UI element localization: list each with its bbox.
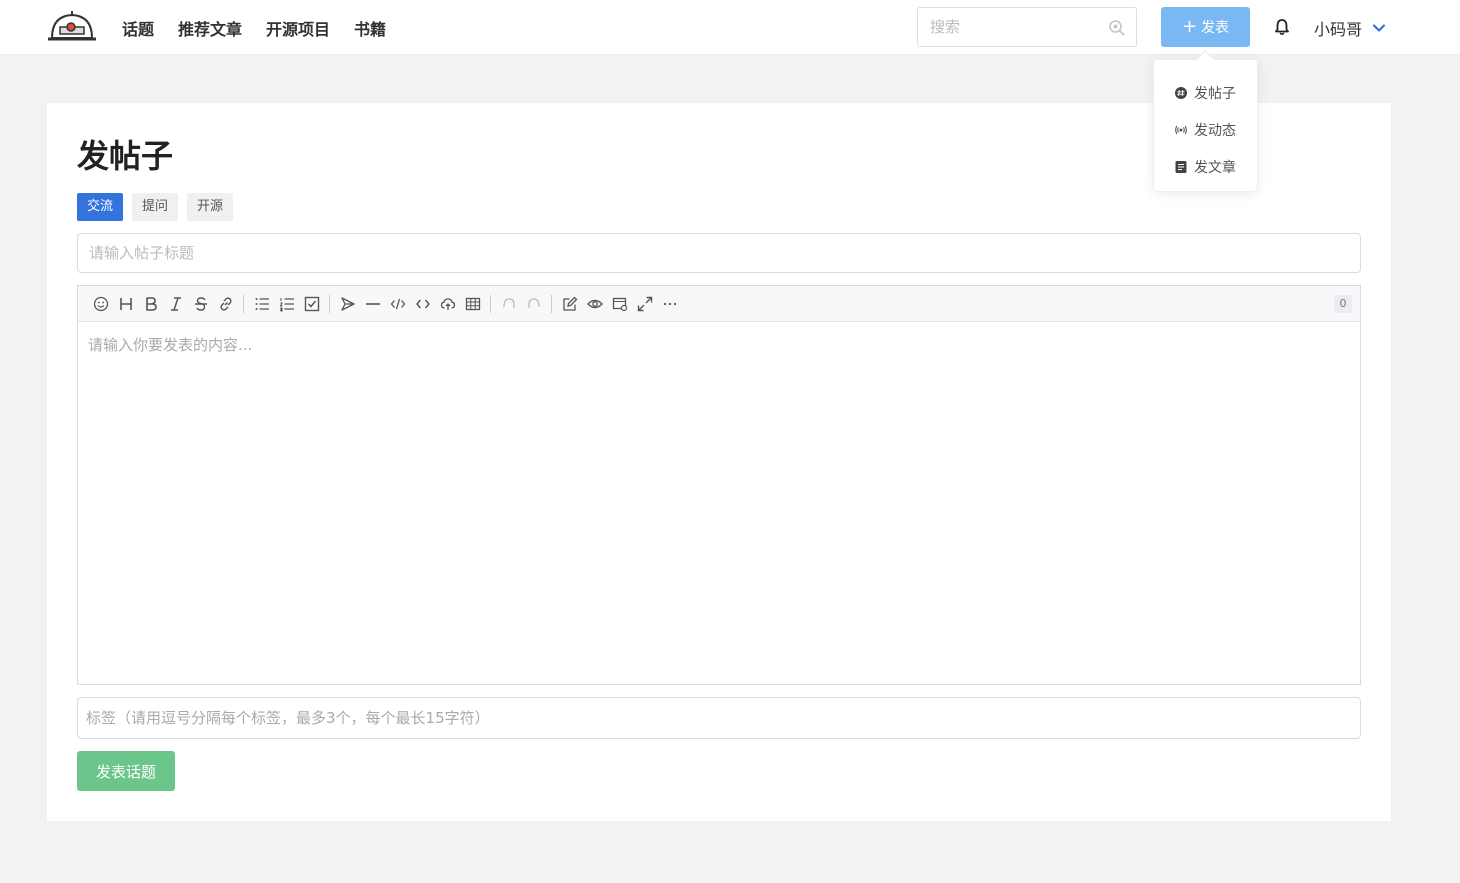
strikethrough-button[interactable] xyxy=(188,292,213,316)
user-name: 小码哥 xyxy=(1314,19,1363,39)
bold-icon xyxy=(145,296,157,311)
link-icon xyxy=(219,296,232,311)
nav-item-books[interactable]: 书籍 xyxy=(354,16,386,40)
character-counter: 0 xyxy=(1334,295,1352,313)
plus-icon: + xyxy=(1181,16,1198,37)
ordered-list-button[interactable] xyxy=(274,292,299,316)
markdown-editor: 0 xyxy=(77,285,1361,685)
category-tab-question[interactable]: 提问 xyxy=(132,193,179,221)
bold-button[interactable] xyxy=(138,292,163,316)
undo-icon xyxy=(502,297,515,308)
italic-icon xyxy=(170,296,181,311)
strikethrough-icon xyxy=(194,296,207,311)
category-tab-discuss[interactable]: 交流 xyxy=(77,193,124,221)
site-logo[interactable] xyxy=(46,10,98,42)
split-preview-button[interactable] xyxy=(607,292,632,316)
nav-item-projects[interactable]: 开源项目 xyxy=(266,16,330,40)
submit-topic-button[interactable]: 发表话题 xyxy=(77,751,175,791)
italic-button[interactable] xyxy=(163,292,188,316)
more-button[interactable] xyxy=(657,292,682,316)
dropdown-item-label: 发帖子 xyxy=(1194,85,1236,102)
edit-mode-button[interactable] xyxy=(557,292,582,316)
redo-icon xyxy=(527,297,540,308)
post-editor-card: 发帖子 交流 提问 开源 请输入帖子标题 0 请输入你要发表的内容... 标签（… xyxy=(47,103,1391,821)
heading-icon xyxy=(119,297,132,310)
horizontal-rule-button[interactable] xyxy=(360,292,385,316)
publish-dropdown-menu: 发帖子 发动态 发文章 xyxy=(1153,59,1258,192)
search-box xyxy=(917,7,1137,47)
table-icon xyxy=(465,297,480,310)
ordered-list-icon xyxy=(279,297,294,311)
undo-button[interactable] xyxy=(496,292,521,316)
editor-toolbar: 0 xyxy=(78,286,1360,322)
bell-icon[interactable] xyxy=(1273,18,1291,36)
user-menu[interactable]: 小码哥 xyxy=(1314,0,1386,55)
emoji-icon xyxy=(93,296,108,311)
more-horizontal-icon xyxy=(663,302,676,305)
top-navbar: 话题 推荐文章 开源项目 书籍 + 发表 小码哥 xyxy=(0,0,1460,55)
upload-button[interactable] xyxy=(435,292,460,316)
fullscreen-icon xyxy=(637,296,652,311)
edit-icon xyxy=(562,296,577,311)
preview-button[interactable] xyxy=(582,292,607,316)
fullscreen-button[interactable] xyxy=(632,292,657,316)
nav-item-articles[interactable]: 推荐文章 xyxy=(178,16,242,40)
code-block-button[interactable] xyxy=(385,292,410,316)
code-block-icon xyxy=(390,298,405,309)
unordered-list-button[interactable] xyxy=(249,292,274,316)
dropdown-item-post[interactable]: 发帖子 xyxy=(1154,74,1257,111)
horizontal-line-icon xyxy=(365,302,380,305)
heading-button[interactable] xyxy=(113,292,138,316)
search-icon[interactable] xyxy=(1108,19,1126,37)
nav-item-topics[interactable]: 话题 xyxy=(122,16,154,40)
toolbar-divider xyxy=(243,294,244,313)
tags-input[interactable] xyxy=(77,697,1361,739)
search-input[interactable] xyxy=(918,8,1098,46)
document-icon xyxy=(1175,160,1187,173)
chevron-down-icon xyxy=(1372,23,1386,32)
toolbar-divider xyxy=(329,294,330,313)
cloud-upload-icon xyxy=(440,297,455,310)
post-content-textarea[interactable] xyxy=(78,322,1360,684)
toolbar-divider xyxy=(551,294,552,313)
eye-icon xyxy=(586,299,603,308)
link-button[interactable] xyxy=(213,292,238,316)
inline-code-button[interactable] xyxy=(410,292,435,316)
page-title: 发帖子 xyxy=(77,137,174,175)
emoji-button[interactable] xyxy=(88,292,113,316)
table-button[interactable] xyxy=(460,292,485,316)
dropdown-item-article[interactable]: 发文章 xyxy=(1154,148,1257,185)
toolbar-divider xyxy=(490,294,491,313)
post-title-input[interactable] xyxy=(77,233,1361,273)
quote-button[interactable] xyxy=(335,292,360,316)
unordered-list-icon xyxy=(255,297,269,310)
publish-button[interactable]: + 发表 xyxy=(1161,7,1250,47)
redo-button[interactable] xyxy=(521,292,546,316)
checklist-button[interactable] xyxy=(299,292,324,316)
category-tabs: 交流 提问 开源 xyxy=(77,193,242,221)
broadcast-icon xyxy=(1175,125,1187,134)
send-icon xyxy=(340,296,355,311)
category-tab-opensource[interactable]: 开源 xyxy=(187,193,234,221)
inline-code-icon xyxy=(415,299,430,308)
publish-button-label: 发表 xyxy=(1201,20,1230,36)
chat-bubble-icon xyxy=(1175,86,1187,99)
image-preview-icon xyxy=(612,297,627,311)
dropdown-item-label: 发动态 xyxy=(1194,122,1236,139)
dropdown-item-label: 发文章 xyxy=(1194,159,1236,176)
checkbox-icon xyxy=(304,296,319,311)
main-nav: 话题 推荐文章 开源项目 书籍 xyxy=(122,0,410,55)
dropdown-item-status[interactable]: 发动态 xyxy=(1154,111,1257,148)
